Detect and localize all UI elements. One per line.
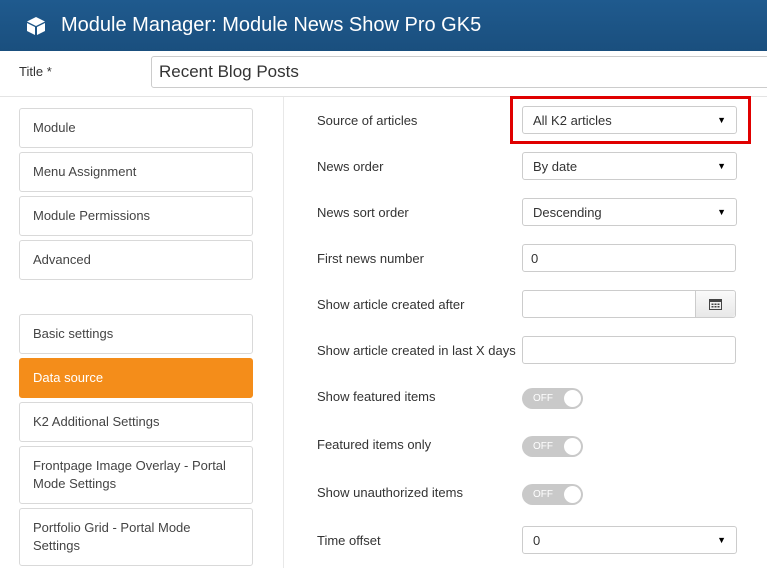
sidebar-item-module[interactable]: Module xyxy=(19,108,253,148)
title-label: Title * xyxy=(19,64,52,79)
toggle-state: OFF xyxy=(533,393,553,404)
time-offset-label: Time offset xyxy=(317,533,381,548)
calendar-button[interactable] xyxy=(695,291,735,317)
created-last-x-days-input[interactable] xyxy=(522,336,736,364)
toggle-knob xyxy=(564,486,581,503)
highlight-box xyxy=(510,96,751,144)
cube-icon xyxy=(27,16,45,35)
show-featured-toggle[interactable]: OFF xyxy=(522,388,583,409)
sidebar-item-portfolio-grid[interactable]: Portfolio Grid - Portal Mode Settings xyxy=(19,508,253,566)
news-order-select[interactable]: By date ▼ xyxy=(522,152,737,180)
show-unauthorized-label: Show unauthorized items xyxy=(317,485,463,500)
sidebar-item-frontpage-image-overlay[interactable]: Frontpage Image Overlay - Portal Mode Se… xyxy=(19,446,253,504)
sidebar-item-module-permissions[interactable]: Module Permissions xyxy=(19,196,253,236)
header-bar: Module Manager: Module News Show Pro GK5 xyxy=(0,0,767,51)
toggle-state: OFF xyxy=(533,489,553,500)
first-news-number-label: First news number xyxy=(317,251,424,266)
created-after-label: Show article created after xyxy=(317,297,465,312)
source-of-articles-label: Source of articles xyxy=(317,113,418,128)
page-title: Module Manager: Module News Show Pro GK5 xyxy=(61,14,482,36)
featured-only-label: Featured items only xyxy=(317,437,432,452)
sidebar-item-advanced[interactable]: Advanced xyxy=(19,240,253,280)
featured-only-toggle[interactable]: OFF xyxy=(522,436,583,457)
news-sort-order-label: News sort order xyxy=(317,205,409,220)
first-news-number-input[interactable]: 0 xyxy=(522,244,736,272)
toggle-knob xyxy=(564,438,581,455)
dropdown-caret-icon: ▼ xyxy=(717,161,726,171)
calendar-icon xyxy=(709,299,722,310)
created-after-input[interactable] xyxy=(522,290,736,318)
news-order-label: News order xyxy=(317,159,384,174)
created-after-field[interactable] xyxy=(523,291,695,317)
dropdown-caret-icon: ▼ xyxy=(717,207,726,217)
dropdown-caret-icon: ▼ xyxy=(717,535,726,545)
created-last-x-days-label: Show article created in last X days xyxy=(317,343,516,358)
title-input[interactable]: Recent Blog Posts xyxy=(151,56,767,88)
news-order-value: By date xyxy=(533,158,578,174)
time-offset-select[interactable]: 0 ▼ xyxy=(522,526,737,554)
show-featured-label: Show featured items xyxy=(317,389,436,404)
toggle-knob xyxy=(564,390,581,407)
time-offset-value: 0 xyxy=(533,532,541,548)
news-sort-order-select[interactable]: Descending ▼ xyxy=(522,198,737,226)
column-divider xyxy=(283,97,284,568)
news-sort-order-value: Descending xyxy=(533,204,602,220)
sidebar-item-menu-assignment[interactable]: Menu Assignment xyxy=(19,152,253,192)
sidebar-item-data-source[interactable]: Data source xyxy=(19,358,253,398)
show-unauthorized-toggle[interactable]: OFF xyxy=(522,484,583,505)
sidebar-item-k2-additional-settings[interactable]: K2 Additional Settings xyxy=(19,402,253,442)
toggle-state: OFF xyxy=(533,441,553,452)
sidebar-item-basic-settings[interactable]: Basic settings xyxy=(19,314,253,354)
